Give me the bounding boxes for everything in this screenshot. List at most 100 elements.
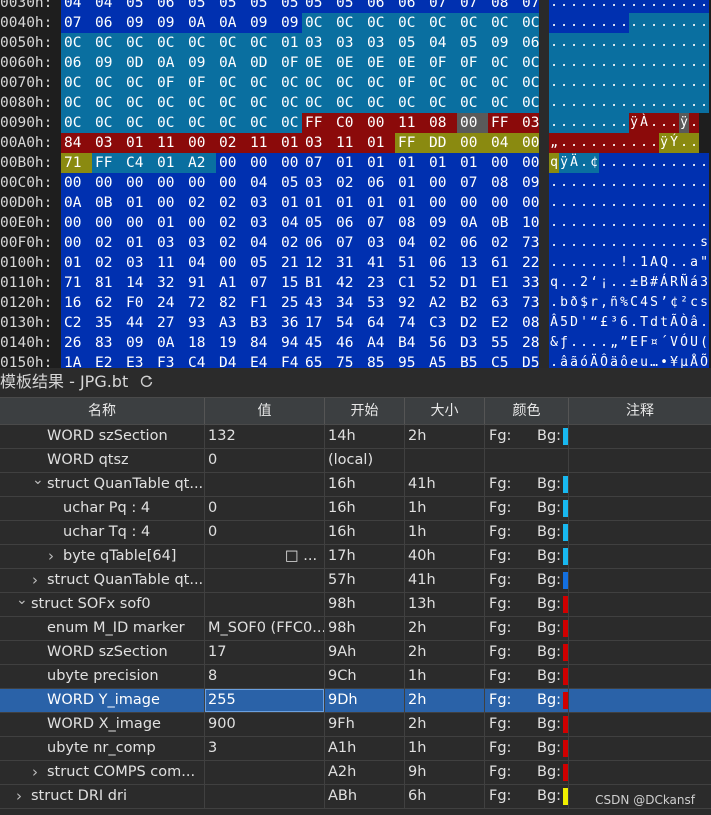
- hex-byte-cell[interactable]: 26: [61, 333, 92, 353]
- hex-byte-cell[interactable]: 05: [302, 213, 333, 233]
- hex-byte-cell[interactable]: 0C: [333, 93, 364, 113]
- hex-byte-cell[interactable]: 02: [426, 233, 457, 253]
- hex-byte-cell[interactable]: 0C: [302, 93, 333, 113]
- hex-byte-cell[interactable]: FF: [92, 153, 123, 173]
- hex-byte-cell[interactable]: 0C: [61, 93, 92, 113]
- tree-cell-value[interactable]: [205, 593, 325, 616]
- hex-byte-cell[interactable]: A4: [364, 333, 395, 353]
- hex-byte-cell[interactable]: 0C: [61, 33, 92, 53]
- hex-byte-cell[interactable]: 00: [364, 113, 395, 133]
- hex-byte-cell[interactable]: 01: [154, 153, 185, 173]
- hex-byte-cell[interactable]: 03: [364, 233, 395, 253]
- hex-byte-cell[interactable]: B1: [302, 273, 333, 293]
- tree-row-selected[interactable]: WORD Y_image 255 9Dh 2h Fg: Bg:: [0, 689, 711, 713]
- hex-byte-cell[interactable]: 00: [426, 193, 457, 213]
- hex-byte-cell[interactable]: FF: [302, 113, 333, 133]
- hex-byte-cell[interactable]: 0C: [395, 93, 426, 113]
- hex-byte-cell[interactable]: 0C: [247, 73, 278, 93]
- hex-byte-cell[interactable]: 05: [185, 0, 216, 13]
- hex-byte-cell[interactable]: 02: [216, 233, 247, 253]
- hex-byte-cell[interactable]: 08: [395, 213, 426, 233]
- hex-byte-cell[interactable]: 45: [302, 333, 333, 353]
- hex-byte-cell[interactable]: 55: [488, 333, 519, 353]
- hex-byte-cell[interactable]: 00: [92, 173, 123, 193]
- hex-byte-cell[interactable]: 0C: [247, 113, 278, 133]
- hex-byte-cell[interactable]: 95: [395, 353, 426, 368]
- hex-byte-cell[interactable]: 0A: [216, 53, 247, 73]
- hex-byte-cell[interactable]: 03: [302, 133, 333, 153]
- hex-byte-cell[interactable]: 93: [185, 313, 216, 333]
- hex-byte-cell[interactable]: 0C: [426, 13, 457, 33]
- hex-byte-cell[interactable]: 0C: [185, 93, 216, 113]
- hex-byte-cell[interactable]: 0C: [364, 13, 395, 33]
- hex-byte-cell[interactable]: 0C: [457, 73, 488, 93]
- hex-row-ascii[interactable]: . â ã ó Ä Ôä ô e u… • ¥ µ Å Õ: [549, 353, 711, 368]
- hex-byte-cell[interactable]: 01: [302, 193, 333, 213]
- hex-byte-cell[interactable]: 0A: [216, 13, 247, 33]
- hex-byte-cell[interactable]: A3: [216, 313, 247, 333]
- hex-byte-cell[interactable]: 65: [302, 353, 333, 368]
- hex-byte-cell[interactable]: 51: [395, 253, 426, 273]
- hex-byte-cell[interactable]: 09: [247, 13, 278, 33]
- hex-byte-cell[interactable]: 09: [185, 53, 216, 73]
- hex-byte-cell[interactable]: 06: [302, 233, 333, 253]
- hex-byte-cell[interactable]: 07: [457, 0, 488, 13]
- hex-byte-cell[interactable]: 81: [92, 273, 123, 293]
- hex-byte-cell[interactable]: D4: [216, 353, 247, 368]
- hex-row-ascii[interactable]: ................: [549, 73, 711, 93]
- hex-byte-cell[interactable]: 71: [61, 273, 92, 293]
- hex-byte-cell[interactable]: 03: [247, 213, 278, 233]
- hex-byte-cell[interactable]: 24: [154, 293, 185, 313]
- hex-byte-cell[interactable]: 06: [61, 53, 92, 73]
- hex-byte-cell[interactable]: 0F: [185, 73, 216, 93]
- hex-byte-cell[interactable]: 61: [488, 253, 519, 273]
- column-header-comment[interactable]: 注释: [569, 398, 711, 424]
- hex-row-ascii[interactable]: q ÿ Ä. ¢...........: [549, 153, 711, 173]
- hex-byte-cell[interactable]: 00: [457, 193, 488, 213]
- hex-byte-cell[interactable]: 00: [216, 253, 247, 273]
- hex-byte-cell[interactable]: 63: [488, 293, 519, 313]
- column-header-start[interactable]: 开始: [325, 398, 405, 424]
- hex-byte-cell[interactable]: F0: [123, 293, 154, 313]
- hex-byte-cell[interactable]: 0C: [247, 33, 278, 53]
- tree-row[interactable]: WORD X_image 900 9Fh 2h Fg: Bg:: [0, 713, 711, 737]
- hex-byte-cell[interactable]: 03: [364, 33, 395, 53]
- hex-byte-cell[interactable]: 0B: [92, 193, 123, 213]
- hex-byte-cell[interactable]: 0F: [426, 53, 457, 73]
- tree-row[interactable]: WORD qtsz 0 (local): [0, 449, 711, 473]
- column-header-size[interactable]: 大小: [405, 398, 485, 424]
- hex-byte-cell[interactable]: 01: [154, 213, 185, 233]
- tree-cell-value[interactable]: 3: [205, 737, 325, 760]
- hex-byte-cell[interactable]: 41: [364, 253, 395, 273]
- hex-byte-cell[interactable]: 07: [457, 173, 488, 193]
- template-results-tree[interactable]: WORD szSection 132 14h 2h Fg: Bg: WORD qtsz 0 (l…: [0, 425, 711, 815]
- hex-byte-cell[interactable]: FF: [395, 133, 426, 153]
- hex-byte-cell[interactable]: 01: [395, 193, 426, 213]
- hex-byte-cell[interactable]: 08: [488, 173, 519, 193]
- tree-row[interactable]: ubyte nr_comp 3 A1h 1h Fg: Bg:: [0, 737, 711, 761]
- column-header-value[interactable]: 值: [205, 398, 325, 424]
- hex-byte-cell[interactable]: 0C: [216, 33, 247, 53]
- hex-byte-cell[interactable]: 04: [185, 253, 216, 273]
- tree-row[interactable]: enum M_ID marker M_SOF0 (FFC0... 98h 2h Fg: B…: [0, 617, 711, 641]
- hex-byte-cell[interactable]: 18: [185, 333, 216, 353]
- hex-byte-cell[interactable]: 11: [154, 133, 185, 153]
- hex-editor-view[interactable]: 0030h: 04 04 05 06 05 05 05 05 05 05 06 06 07 07 08 07..…: [0, 0, 711, 368]
- hex-byte-cell[interactable]: 0F: [457, 53, 488, 73]
- hex-byte-cell[interactable]: 00: [216, 153, 247, 173]
- hex-byte-cell[interactable]: 03: [123, 253, 154, 273]
- hex-byte-cell[interactable]: 05: [395, 33, 426, 53]
- hex-byte-cell[interactable]: 0E: [333, 53, 364, 73]
- hex-byte-cell[interactable]: 07: [247, 273, 278, 293]
- hex-byte-cell[interactable]: 0C: [123, 73, 154, 93]
- hex-byte-cell[interactable]: 00: [426, 173, 457, 193]
- hex-byte-cell[interactable]: 05: [247, 253, 278, 273]
- hex-byte-cell[interactable]: E2: [92, 353, 123, 368]
- tree-cell-value[interactable]: [205, 569, 325, 592]
- hex-byte-cell[interactable]: 0C: [457, 13, 488, 33]
- hex-byte-cell[interactable]: 64: [364, 313, 395, 333]
- hex-byte-cell[interactable]: 02: [333, 173, 364, 193]
- hex-byte-cell[interactable]: 02: [92, 233, 123, 253]
- hex-byte-cell[interactable]: 72: [185, 293, 216, 313]
- hex-byte-cell[interactable]: 09: [123, 333, 154, 353]
